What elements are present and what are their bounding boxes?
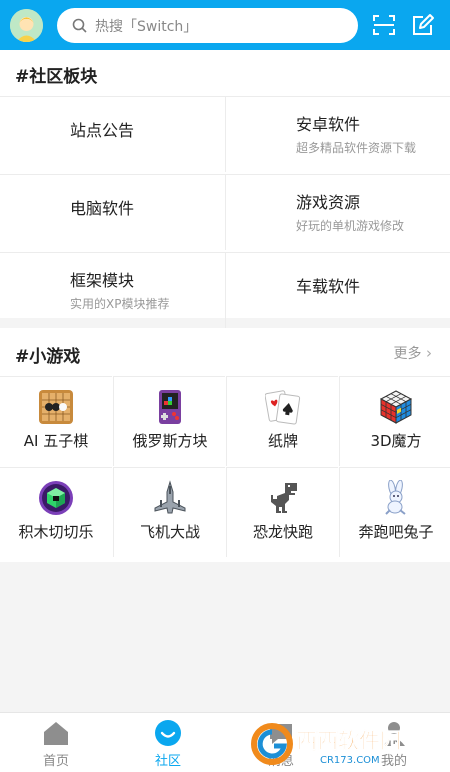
board-title: 安卓软件	[296, 115, 361, 134]
board-item-android-software[interactable]: 安卓软件 超多精品软件资源下载	[225, 96, 450, 172]
game-item-block-cut[interactable]: 积木切切乐	[0, 467, 112, 557]
watermark-logo: 西西软件园 CR173.COM	[251, 723, 401, 766]
board-title: 车载软件	[296, 277, 361, 296]
board-title: 站点公告	[70, 121, 135, 140]
avatar-icon	[10, 9, 43, 42]
board-title: 电脑软件	[70, 199, 135, 218]
watermark-subtext: CR173.COM	[320, 755, 380, 766]
tab-community[interactable]: 社区	[112, 713, 224, 772]
rubiks-cube-icon	[379, 390, 413, 424]
plane-icon	[154, 480, 186, 514]
board-subtitle: 实用的XP模块推荐	[70, 297, 170, 311]
gomoku-icon	[39, 390, 73, 424]
dinosaur-icon	[271, 483, 297, 513]
community-icon	[155, 720, 181, 746]
board-title: 游戏资源	[296, 193, 361, 212]
board-item-framework-modules[interactable]: 框架模块 实用的XP模块推荐	[0, 252, 225, 328]
board-title: 框架模块	[70, 271, 135, 290]
chevron-right-icon: ›	[426, 344, 432, 362]
block-cut-icon	[39, 481, 73, 515]
game-label: 奔跑吧兔子	[358, 523, 434, 541]
game-label: AI 五子棋	[23, 432, 89, 450]
tab-home[interactable]: 首页	[0, 713, 112, 772]
tab-label: 首页	[42, 754, 69, 769]
game-item-rabbit[interactable]: 奔跑吧兔子	[339, 467, 450, 557]
game-label: 积木切切乐	[18, 523, 94, 541]
edit-icon[interactable]	[411, 13, 435, 37]
tetris-icon	[159, 390, 181, 424]
board-item-pc-software[interactable]: 电脑软件	[0, 174, 225, 250]
rabbit-icon	[385, 480, 406, 515]
search-bar[interactable]: 热搜「Switch」	[57, 8, 358, 43]
more-label: 更多	[393, 346, 422, 362]
games-section: #小游戏 更多 › AI 五子棋 俄罗斯方块 纸牌 3D魔方 积木切切乐 飞机大…	[0, 328, 450, 562]
search-icon	[72, 18, 87, 33]
game-label: 飞机大战	[139, 523, 200, 541]
board-item-car-software[interactable]: 车载软件	[225, 252, 450, 328]
board-subtitle: 超多精品软件资源下载	[296, 141, 417, 155]
more-link[interactable]: 更多 ›	[394, 343, 432, 363]
game-label: 恐龙快跑	[252, 523, 313, 541]
game-item-dinosaur[interactable]: 恐龙快跑	[226, 467, 338, 557]
game-label: 俄罗斯方块	[132, 432, 208, 450]
board-subtitle: 好玩的单机游戏修改	[296, 219, 405, 233]
game-label: 3D魔方	[370, 432, 422, 450]
search-placeholder: 热搜「Switch」	[95, 19, 198, 35]
community-grid: 站点公告 安卓软件 超多精品软件资源下载 电脑软件 游戏资源 好玩的单机游戏修改…	[0, 96, 450, 328]
tab-label: 社区	[154, 754, 181, 769]
watermark-text: 西西软件园	[296, 729, 401, 753]
board-item-game-resources[interactable]: 游戏资源 好玩的单机游戏修改	[225, 174, 450, 250]
home-icon	[44, 722, 68, 745]
game-item-tetris[interactable]: 俄罗斯方块	[113, 376, 225, 466]
section-title-community: #社区板块	[15, 67, 98, 87]
game-item-cards[interactable]: 纸牌	[226, 376, 338, 466]
section-title-games: #小游戏	[15, 347, 81, 367]
top-bar: 热搜「Switch」	[0, 0, 450, 50]
avatar[interactable]	[10, 9, 43, 42]
game-item-plane[interactable]: 飞机大战	[113, 467, 225, 557]
board-item-announcement[interactable]: 站点公告	[0, 96, 225, 172]
game-label: 纸牌	[267, 432, 298, 450]
game-item-rubiks-cube[interactable]: 3D魔方	[339, 376, 450, 466]
game-item-gomoku[interactable]: AI 五子棋	[0, 376, 112, 466]
cards-icon	[265, 390, 301, 425]
scan-icon[interactable]	[372, 13, 396, 37]
